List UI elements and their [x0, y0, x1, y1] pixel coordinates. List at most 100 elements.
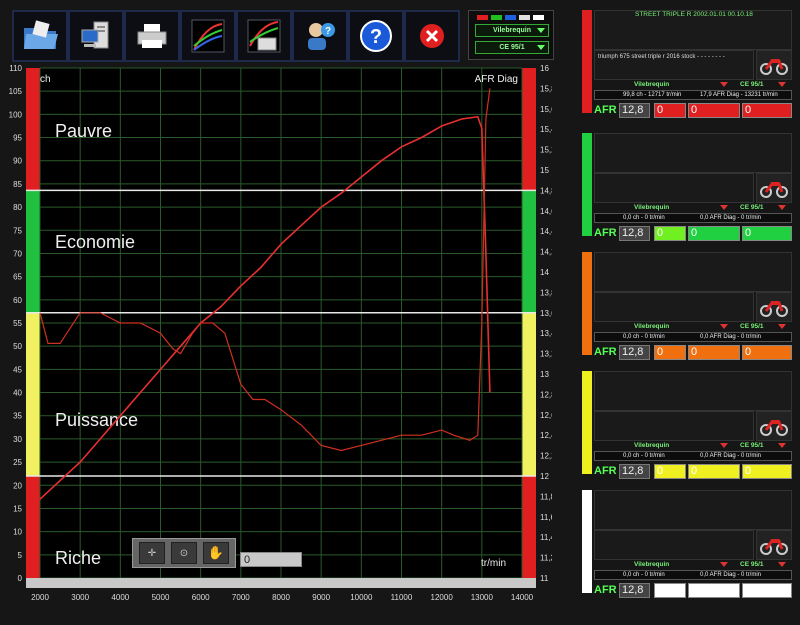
y-left-tick-label: 95: [13, 134, 22, 143]
afr-cell-3[interactable]: 0: [742, 103, 792, 118]
chevron-down-icon[interactable]: [720, 205, 728, 210]
panel-description: [594, 411, 754, 441]
y-right-tick-label: 11,8: [540, 492, 552, 501]
chevron-down-icon[interactable]: [778, 562, 786, 567]
curves-print-button[interactable]: [236, 10, 292, 62]
print-button[interactable]: [124, 10, 180, 62]
panel-dropdown-norm[interactable]: CE 95/1: [740, 204, 764, 211]
y-left-tick-label: 100: [9, 110, 23, 119]
chart-value-input[interactable]: 0: [240, 552, 302, 567]
chevron-down-icon[interactable]: [720, 562, 728, 567]
afr-cell-1[interactable]: 0: [654, 103, 686, 118]
afr-cell-1[interactable]: 0: [654, 345, 686, 360]
afr-cell-2[interactable]: 0: [688, 464, 740, 479]
x-tick-label: 8000: [272, 593, 290, 602]
afr-cell-3[interactable]: 0: [742, 345, 792, 360]
afr-cell-2[interactable]: 0: [688, 583, 740, 598]
afr-value-field[interactable]: 12,8: [619, 583, 650, 598]
x-tick-label: 13000: [471, 593, 494, 602]
dropdown-vilebrequin[interactable]: Vilebrequin: [475, 24, 549, 37]
close-button[interactable]: [404, 10, 460, 62]
panel-selectors: Vilebrequin CE 95/1: [594, 204, 792, 213]
afr-cell-3[interactable]: 0: [742, 583, 792, 598]
zoom-tool-button[interactable]: ⊙: [171, 542, 197, 564]
x-tick-label: 11000: [391, 593, 413, 602]
user-help-button[interactable]: ?: [292, 10, 348, 62]
y-right-tick-label: 14,6: [540, 207, 552, 216]
panel-dropdown-vilebrequin[interactable]: Vilebrequin: [634, 442, 669, 449]
panel-dropdown-vilebrequin[interactable]: Vilebrequin: [634, 204, 669, 211]
curves-button[interactable]: [180, 10, 236, 62]
afr-cell-2[interactable]: 0: [688, 226, 740, 241]
afr-value-field[interactable]: 12,8: [619, 345, 650, 360]
pan-tool-button[interactable]: ✋: [203, 542, 229, 564]
afr-cell-3[interactable]: 0: [742, 226, 792, 241]
afr-value-field[interactable]: 12,8: [619, 226, 650, 241]
y-right-tick-label: 11,4: [540, 533, 552, 542]
panel-color-bar: [582, 133, 592, 236]
computer-button[interactable]: [68, 10, 124, 62]
afr-cell-3[interactable]: 0: [742, 464, 792, 479]
afr-label: AFR: [594, 465, 617, 477]
chevron-down-icon[interactable]: [778, 82, 786, 87]
chevron-down-icon[interactable]: [778, 324, 786, 329]
chevron-down-icon[interactable]: [720, 82, 728, 87]
x-tick-label: 3000: [71, 593, 89, 602]
open-folder-button[interactable]: [12, 10, 68, 62]
y-right-axis-label: AFR Diag: [475, 74, 518, 85]
panel-3[interactable]: Vilebrequin CE 95/1 0,0 ch - 0 tr/min 0,0 A…: [582, 252, 792, 361]
panel-2[interactable]: Vilebrequin CE 95/1 0,0 ch - 0 tr/min 0,0 A…: [582, 133, 792, 242]
zoom-icon: ⊙: [179, 547, 189, 559]
x-tick-label: 12000: [431, 593, 454, 602]
panel-info-power: 0,0 ch - 0 tr/min: [623, 215, 665, 221]
chart-toolbar: ✛ ⊙ ✋: [132, 538, 236, 568]
motorcycle-icon: [756, 173, 792, 203]
afr-cell-1[interactable]: 0: [654, 464, 686, 479]
zone-label-pauvre: Pauvre: [55, 121, 112, 141]
afr-value-field[interactable]: 12,8: [619, 464, 650, 479]
y-right-tick-label: 14: [540, 268, 549, 277]
panel-peak-info: 99,8 ch - 12717 tr/min 17,9 AFR Diag - 13…: [594, 90, 792, 100]
chevron-down-icon[interactable]: [778, 205, 786, 210]
panel-dropdown-norm[interactable]: CE 95/1: [740, 81, 764, 88]
chevron-down-icon[interactable]: [778, 443, 786, 448]
panel-4[interactable]: Vilebrequin CE 95/1 0,0 ch - 0 tr/min 0,0 A…: [582, 371, 792, 480]
y-left-tick-label: 70: [13, 249, 22, 258]
zone-bar-left: [26, 190, 40, 313]
panel-dropdown-vilebrequin[interactable]: Vilebrequin: [634, 561, 669, 568]
y-right-tick-label: 14,4: [540, 227, 552, 236]
panel-dropdown-norm[interactable]: CE 95/1: [740, 442, 764, 449]
panel-description: [594, 292, 754, 322]
afr-cell-2[interactable]: 0: [688, 103, 740, 118]
panel-info-afr: 0,0 AFR Diag - 0 tr/min: [700, 453, 762, 459]
afr-cell-2[interactable]: 0: [688, 345, 740, 360]
panel-dropdown-norm[interactable]: CE 95/1: [740, 561, 764, 568]
y-left-tick-label: 55: [13, 319, 22, 328]
panel-5[interactable]: Vilebrequin CE 95/1 0,0 ch - 0 tr/min 0,0 A…: [582, 490, 792, 599]
zone-bar-right: [522, 190, 536, 313]
chevron-down-icon[interactable]: [720, 443, 728, 448]
zone-bar-left: [26, 476, 40, 578]
afr-label: AFR: [594, 346, 617, 358]
dropdown-norm[interactable]: CE 95/1: [475, 41, 549, 54]
y-left-tick-label: 80: [13, 203, 22, 212]
x-tick-label: 10000: [350, 593, 373, 602]
y-left-tick-label: 30: [13, 435, 22, 444]
zone-label-puissance: Puissance: [55, 410, 138, 430]
afr-value-field[interactable]: 12,8: [619, 103, 650, 118]
help-button[interactable]: ?: [348, 10, 404, 62]
printer-icon: [137, 24, 167, 48]
zone-label-riche: Riche: [55, 548, 101, 568]
y-right-tick-label: 12,2: [540, 452, 552, 461]
chevron-down-icon[interactable]: [720, 324, 728, 329]
panel-description: [594, 173, 754, 203]
panel-dropdown-norm[interactable]: CE 95/1: [740, 323, 764, 330]
afr-label: AFR: [594, 584, 617, 596]
x-tick-label: 2000: [31, 593, 49, 602]
afr-cell-1[interactable]: 0: [654, 226, 686, 241]
panel-dropdown-vilebrequin[interactable]: Vilebrequin: [634, 323, 669, 330]
panel-1[interactable]: STREET TRIPLE R 2002.01.01 00.10.18 trium…: [582, 10, 792, 119]
afr-cell-1[interactable]: 0: [654, 583, 686, 598]
panel-dropdown-vilebrequin[interactable]: Vilebrequin: [634, 81, 669, 88]
crosshair-tool-button[interactable]: ✛: [139, 542, 165, 564]
